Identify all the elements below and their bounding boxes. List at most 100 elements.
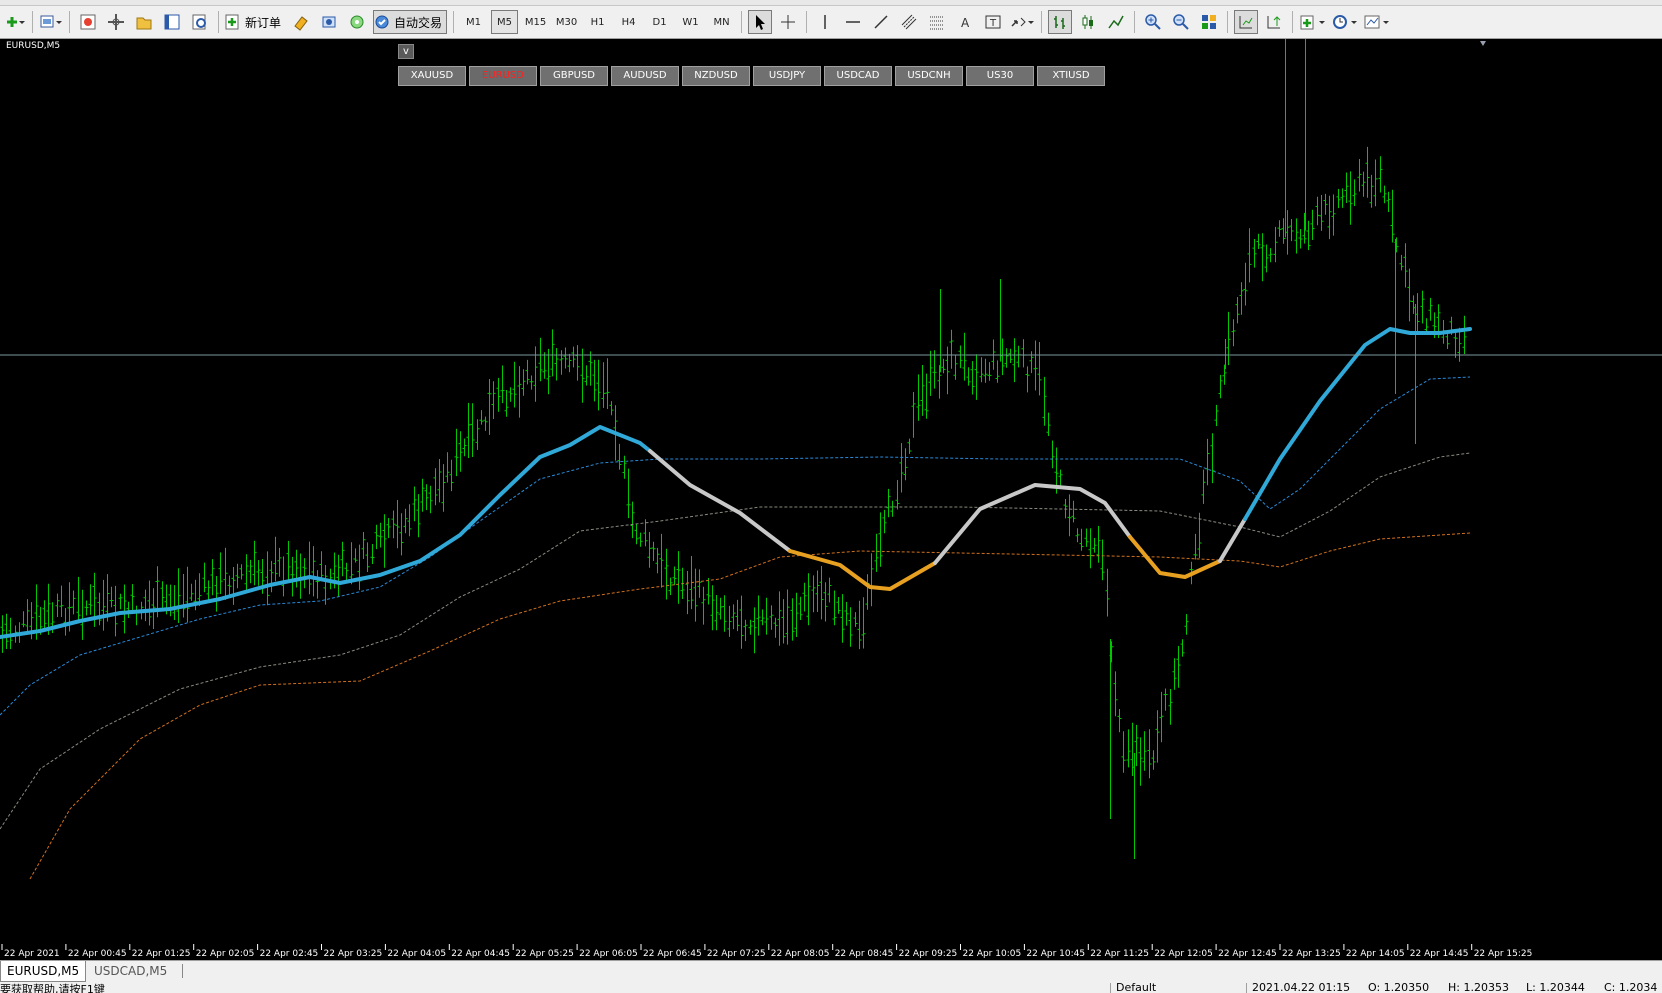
x-axis-tick-label: 22 Apr 10:05 — [963, 949, 1022, 958]
symbol-button[interactable]: USDJPY — [753, 66, 821, 86]
arrows-icon[interactable] — [1009, 10, 1035, 34]
ohlc-bar — [983, 358, 988, 383]
zoom-out-icon[interactable] — [1169, 10, 1193, 34]
ohlc-bar — [21, 611, 26, 628]
timeframe-m30-button[interactable]: M30 — [553, 10, 580, 34]
symbol-button[interactable]: USDCAD — [824, 66, 892, 86]
ohlc-bar — [882, 509, 887, 534]
ohlc-bar — [559, 350, 564, 375]
symbol-button[interactable]: USDCNH — [895, 66, 963, 86]
ohlc-bar — [1348, 171, 1353, 225]
ohlc-bar — [466, 402, 471, 458]
ohlc-bar — [1021, 339, 1026, 368]
channel-icon[interactable] — [897, 10, 921, 34]
ohlc-bar — [697, 569, 702, 598]
timeframe-mn-button[interactable]: MN — [708, 10, 735, 34]
terminal-icon[interactable] — [160, 10, 184, 34]
ohlc-bar — [496, 377, 501, 412]
ohlc-bar — [811, 575, 816, 613]
x-axis-tick-label: 22 Apr 04:45 — [451, 949, 510, 958]
bar-chart-icon[interactable] — [1048, 10, 1073, 34]
x-axis-tick-label: 22 Apr 07:25 — [707, 949, 766, 958]
ohlc-bar — [319, 551, 324, 581]
alerts-icon[interactable] — [317, 10, 341, 34]
horizontal-line-icon[interactable] — [841, 10, 865, 34]
candlestick-icon[interactable] — [1076, 10, 1100, 34]
ohlc-bar — [802, 582, 807, 612]
options-icon[interactable] — [345, 10, 369, 34]
ohlc-bar — [4, 613, 9, 649]
ohlc-bar — [378, 522, 383, 548]
timeframe-d1-button[interactable]: D1 — [646, 10, 673, 34]
ohlc-bar — [907, 438, 912, 454]
ohlc-bar — [731, 604, 736, 630]
ohlc-bar — [302, 558, 307, 589]
data-window-icon[interactable] — [132, 10, 156, 34]
symbol-button[interactable]: US30 — [966, 66, 1034, 86]
tab-usdcad-m5[interactable]: USDCAD,M5 — [88, 961, 173, 981]
templates-icon[interactable] — [1363, 10, 1391, 34]
crosshair-icon[interactable] — [776, 10, 800, 34]
timeframe-m1-button[interactable]: M1 — [460, 10, 487, 34]
ohlc-bar — [554, 348, 559, 381]
ohlc-bar — [630, 501, 635, 539]
symbol-button[interactable]: XTIUSD — [1037, 66, 1105, 86]
chart-shift-icon[interactable] — [1234, 10, 1259, 34]
ohlc-bar — [622, 455, 627, 479]
ohlc-bar — [596, 359, 601, 411]
new-order-button[interactable]: 新订单 — [225, 10, 285, 34]
ohlc-bar — [659, 533, 664, 588]
symbol-button[interactable]: GBPUSD — [540, 66, 608, 86]
tile-windows-icon[interactable] — [1197, 10, 1221, 34]
fibonacci-icon[interactable] — [925, 10, 949, 34]
navigator-icon[interactable] — [104, 10, 128, 34]
ohlc-bar — [239, 564, 244, 580]
ohlc-bar — [832, 590, 837, 626]
symbol-button[interactable]: AUDUSD — [611, 66, 679, 86]
ohlc-bar — [1205, 438, 1210, 486]
ohlc-bar — [231, 567, 236, 605]
chart-shift-marker[interactable] — [1480, 41, 1486, 46]
ohlc-bar — [365, 542, 370, 572]
symbol-button[interactable]: XAUUSD — [398, 66, 466, 86]
metaeditor-icon[interactable] — [289, 10, 313, 34]
vertical-line-icon[interactable] — [813, 10, 837, 34]
symbol-panel-toggle[interactable]: v — [398, 44, 414, 59]
ohlc-bar — [836, 597, 841, 614]
autotrading-button[interactable]: 自动交易 — [373, 10, 448, 34]
timeframe-m15-button[interactable]: M15 — [522, 10, 549, 34]
ohlc-bar — [1277, 220, 1282, 237]
ohlc-bar — [878, 512, 883, 567]
indicators-icon[interactable] — [1299, 10, 1327, 34]
symbol-button[interactable]: NZDUSD — [682, 66, 750, 86]
timeframe-h4-button[interactable]: H4 — [615, 10, 642, 34]
cursor-icon[interactable] — [748, 10, 773, 34]
tab-eurusd-m5[interactable]: EURUSD,M5 — [0, 961, 87, 982]
ohlc-bar — [1163, 688, 1168, 711]
autoscroll-icon[interactable] — [1262, 10, 1286, 34]
ohlc-bar — [1218, 374, 1223, 399]
ohlc-bar — [567, 353, 572, 373]
ohlc-bar — [1012, 338, 1017, 383]
timeframe-w1-button[interactable]: W1 — [677, 10, 704, 34]
line-chart-icon[interactable] — [1104, 10, 1128, 34]
zoom-in-icon[interactable] — [1141, 10, 1165, 34]
ohlc-bar — [979, 357, 984, 383]
new-chart-icon[interactable] — [2, 10, 26, 34]
market-watch-icon[interactable] — [76, 10, 100, 34]
status-datetime: 2021.04.22 01:15 — [1252, 983, 1351, 993]
chart-window[interactable]: 22 Apr 2021 22 Apr 00:45 22 Apr 01:25 22 Ap… — [0, 39, 1662, 958]
trendline-icon[interactable] — [869, 10, 893, 34]
ohlc-bar — [517, 366, 522, 418]
ohlc-bar — [857, 600, 862, 650]
periods-icon[interactable] — [1331, 10, 1359, 34]
text-icon[interactable]: A — [953, 10, 977, 34]
strategy-tester-icon[interactable] — [188, 10, 212, 34]
price-chart[interactable]: 22 Apr 2021 22 Apr 00:45 22 Apr 01:25 22 Ap… — [0, 39, 1662, 958]
timeframe-m5-button[interactable]: M5 — [491, 10, 519, 34]
ohlc-bar — [1025, 366, 1030, 393]
profiles-icon[interactable] — [39, 10, 63, 34]
timeframe-h1-button[interactable]: H1 — [584, 10, 611, 34]
symbol-button-active[interactable]: EURUSD — [469, 66, 537, 86]
text-label-icon[interactable]: T — [981, 10, 1005, 34]
